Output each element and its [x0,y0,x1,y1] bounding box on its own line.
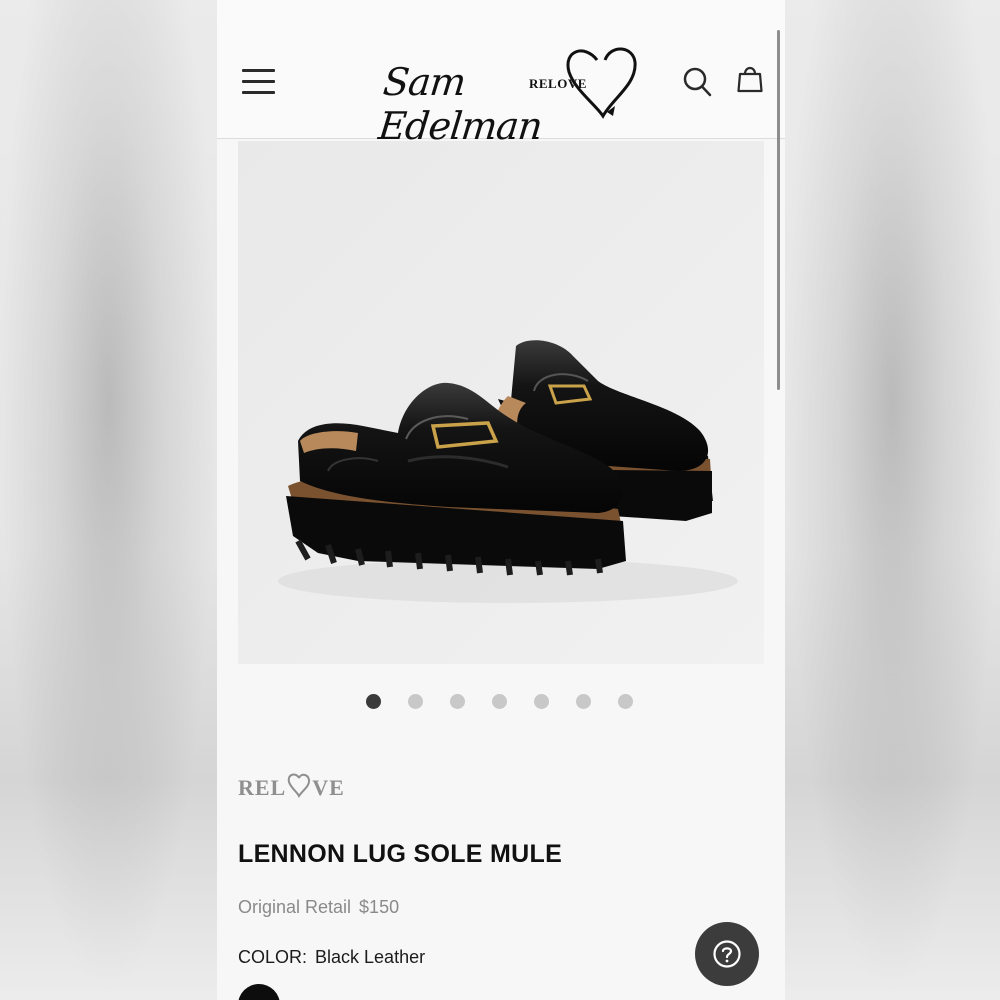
scrollbar[interactable] [777,30,780,390]
carousel-dot-4[interactable] [492,694,507,709]
relove-brand-text-post: VE [312,775,345,800]
carousel-dot-1[interactable] [366,694,381,709]
color-value: Black Leather [315,947,426,967]
shopping-bag-icon[interactable] [737,64,763,94]
retail-price: $150 [359,897,400,917]
hamburger-menu-icon[interactable] [242,66,276,96]
carousel-dot-5[interactable] [534,694,549,709]
help-button[interactable] [695,922,759,986]
carousel-dot-3[interactable] [450,694,465,709]
retail-label: Original Retail [238,897,352,917]
product-title: LENNON LUG SOLE MULE [238,840,563,868]
relove-brand-text-pre: REL [238,775,287,800]
shoe-illustration [238,141,764,664]
search-icon[interactable] [682,66,712,98]
image-carousel-dots [366,694,646,710]
carousel-dot-2[interactable] [408,694,423,709]
relove-heart-icon [287,773,311,798]
color-label: COLOR: [238,947,308,967]
color-swatch-black[interactable] [238,984,280,1000]
mobile-page: Sam Edelman RELOVE REL VE LENNON LUG SOL… [217,0,785,1000]
site-header: Sam Edelman RELOVE [217,0,785,148]
background-blur-left [0,0,217,1000]
carousel-dot-7[interactable] [618,694,633,709]
question-mark-icon [713,940,741,968]
carousel-dot-6[interactable] [576,694,591,709]
original-retail: Original Retail $150 [238,897,399,918]
background-blur-right [785,0,1000,1000]
logo-heart-icon [566,47,637,119]
color-selection: COLOR: Black Leather [238,947,425,968]
sam-edelman-relove-logo[interactable]: Sam Edelman RELOVE [376,40,637,148]
relove-brand-badge: REL VE [238,772,345,806]
product-image[interactable] [238,141,764,664]
